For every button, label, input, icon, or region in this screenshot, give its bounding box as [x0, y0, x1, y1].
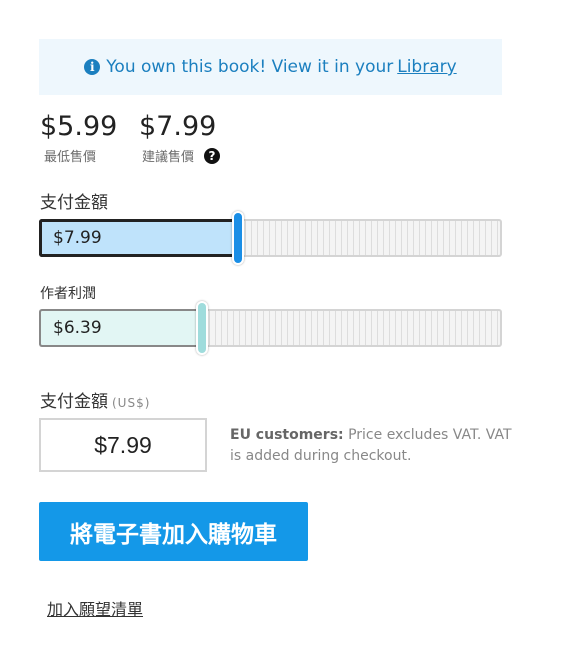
amount-field-label: 支付金額 (US$)	[40, 387, 150, 412]
amount-input[interactable]	[39, 418, 207, 472]
payment-amount-slider[interactable]: $7.99	[39, 211, 502, 265]
vat-note: EU customers: Price excludes VAT. VAT is…	[230, 425, 520, 467]
currency-unit: (US$)	[112, 396, 151, 410]
ownership-notice: i You own this book! View it in your Lib…	[39, 39, 502, 95]
amount-label-text: 支付金額	[40, 392, 108, 412]
minimum-price: $5.99 最低售價	[40, 111, 118, 166]
royalty-slider-handle[interactable]	[196, 301, 208, 355]
question-circle-icon[interactable]: ?	[204, 147, 221, 164]
payment-slider-value: $7.99	[53, 228, 102, 248]
author-royalty-slider[interactable]: $6.39	[39, 301, 502, 355]
author-royalty-label: 作者利潤	[40, 286, 96, 302]
vat-note-heading: EU customers:	[230, 427, 344, 443]
payment-slider-handle[interactable]	[232, 211, 244, 265]
suggested-price-caption-row: 建議售價 ?	[142, 146, 221, 165]
royalty-slider-value: $6.39	[53, 318, 102, 338]
library-link[interactable]: Library	[397, 57, 456, 77]
suggested-price: $7.99 建議售價 ?	[139, 111, 221, 165]
add-to-cart-button[interactable]: 將電子書加入購物車	[39, 502, 308, 561]
suggested-price-value: $7.99	[139, 111, 217, 142]
info-icon: i	[84, 59, 101, 75]
minimum-price-caption: 最低售價	[44, 150, 97, 165]
minimum-price-value: $5.99	[40, 111, 118, 142]
ownership-notice-text: You own this book! View it in your	[106, 57, 394, 77]
payment-amount-label: 支付金額	[40, 193, 108, 213]
add-to-wishlist-link[interactable]: 加入願望清單	[47, 596, 143, 620]
suggested-price-caption: 建議售價	[142, 150, 195, 165]
